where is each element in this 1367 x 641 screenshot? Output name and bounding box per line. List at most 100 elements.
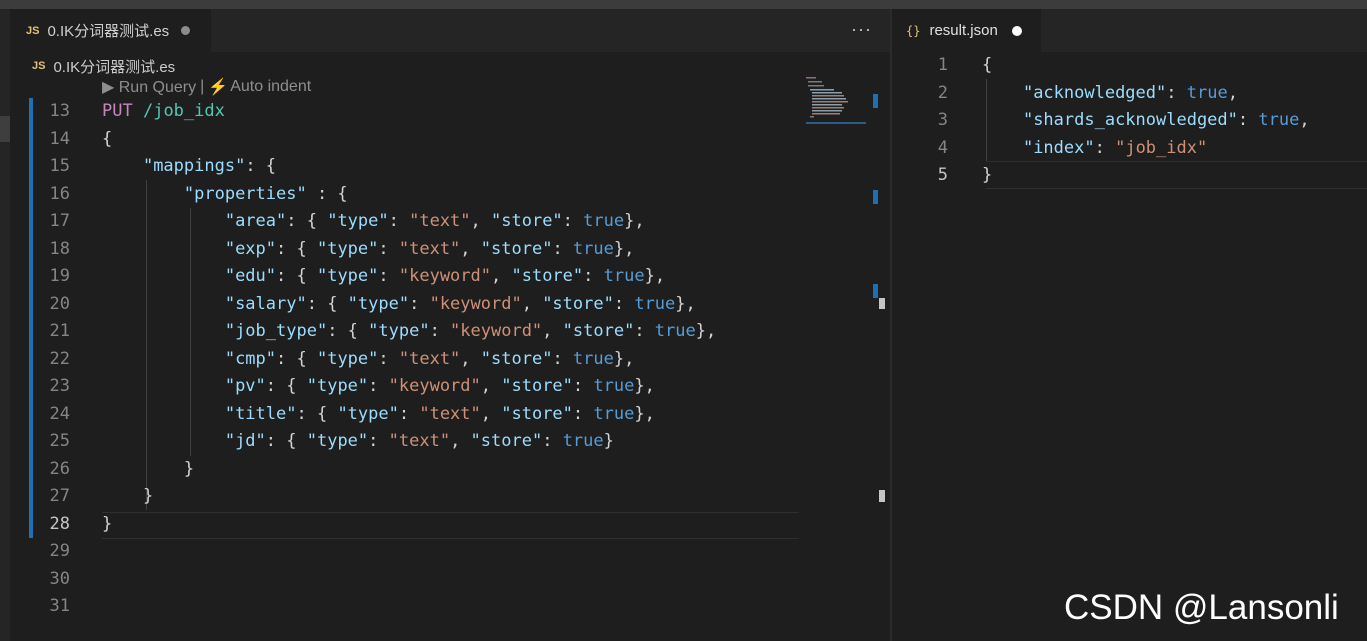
scrollbar-thumb[interactable] [879, 298, 885, 309]
json-value: true [1258, 110, 1300, 130]
field-name: "edu" [224, 266, 277, 286]
watermark: CSDN @Lansonli [1064, 588, 1339, 627]
current-line-highlight [102, 512, 799, 539]
code-line[interactable]: { [102, 126, 112, 154]
field-type: "text" [409, 211, 471, 231]
json-key: "store" [480, 348, 553, 369]
code-line[interactable]: "area": { "type": "text", "store": true}… [102, 208, 645, 236]
json-key: "shards_acknowledged" [1022, 110, 1238, 130]
line-number: 15 [49, 156, 70, 176]
activity-bar [0, 9, 10, 641]
code-line[interactable]: } [102, 511, 112, 539]
code-line[interactable]: "edu": { "type": "keyword", "store": tru… [102, 263, 665, 291]
code-line[interactable]: } [982, 162, 992, 190]
line-number: 31 [49, 596, 70, 616]
tab-label: 0.IK分词器测试.es [47, 23, 170, 40]
line-number: 18 [49, 238, 70, 259]
json-key: "type" [337, 403, 399, 424]
field-store: true [634, 293, 676, 314]
line-number: 24 [49, 403, 70, 424]
breadcrumb[interactable]: JS 0.IK分词器测试.es [32, 55, 175, 77]
code-line[interactable]: "exp": { "type": "text", "store": true}, [102, 236, 635, 264]
comma: , [1227, 82, 1238, 103]
modified-lines-indicator[interactable] [29, 98, 33, 538]
line-number: 4 [937, 137, 948, 158]
json-key: "store" [542, 293, 614, 314]
field-store: true [562, 431, 604, 451]
field-name: "job_type" [224, 321, 328, 341]
json-key: "type" [347, 293, 410, 314]
brace: } [142, 486, 154, 506]
code-line[interactable]: "mappings": { [102, 153, 276, 181]
vertical-scrollbar[interactable] [866, 77, 890, 641]
line-number: 27 [49, 486, 70, 506]
code-line[interactable]: } [102, 456, 194, 484]
code-line[interactable]: "index": "job_idx" [982, 135, 1207, 163]
field-type: "keyword" [429, 293, 522, 314]
current-line-highlight [986, 161, 1367, 189]
field-name: "cmp" [224, 348, 277, 369]
code-line[interactable]: "jd": { "type": "text", "store": true} [102, 428, 614, 456]
unsaved-dot-icon[interactable] [181, 26, 191, 35]
line-number-current: 5 [937, 165, 948, 185]
json-value: "job_idx" [1115, 137, 1208, 158]
line-number-current: 28 [49, 513, 70, 534]
more-actions-icon[interactable]: ··· [851, 19, 872, 40]
field-type: "keyword" [398, 266, 491, 286]
lightning-icon: ⚡ [208, 79, 229, 96]
scrollbar-change-marker [873, 284, 878, 298]
left-editor-group: JS 0.IK分词器测试.es ··· JS 0.IK分词器测试.es ▶ Ru… [10, 9, 890, 641]
line-number: 26 [49, 458, 70, 479]
json-key: "store" [480, 238, 553, 259]
title-bar-strip [0, 0, 1367, 9]
activity-bar-selected-marker [0, 116, 10, 142]
line-number: 16 [49, 183, 70, 204]
line-number: 13 [49, 101, 70, 121]
json-value: true [1186, 82, 1228, 103]
json-key: "type" [306, 376, 369, 396]
field-store: true [603, 266, 645, 286]
line-number: 2 [937, 82, 948, 103]
http-method: PUT [102, 101, 133, 121]
code-line[interactable]: "pv": { "type": "keyword", "store": true… [102, 373, 655, 401]
json-key: "type" [316, 266, 379, 286]
code-line[interactable]: "title": { "type": "text", "store": true… [102, 401, 655, 429]
field-type: "text" [388, 431, 451, 451]
json-key: "index" [1022, 137, 1095, 158]
auto-indent-link[interactable]: Auto indent [230, 78, 311, 96]
field-type: "keyword" [450, 321, 543, 341]
run-query-link[interactable]: ▶ Run Query [102, 77, 196, 97]
code-line[interactable]: "shards_acknowledged": true, [982, 107, 1310, 135]
minimap[interactable] [806, 77, 866, 137]
unsaved-dot-icon[interactable] [1011, 25, 1022, 36]
line-number: 25 [49, 431, 70, 451]
brace: } [982, 165, 993, 185]
codelens-separator: | [200, 78, 205, 95]
code-line[interactable]: "properties" : { [102, 181, 348, 209]
code-line[interactable]: "acknowledged": true, [982, 80, 1238, 108]
tab-ik-tokenizer-test[interactable]: JS 0.IK分词器测试.es [10, 9, 211, 52]
left-tab-bar: JS 0.IK分词器测试.es ··· [10, 9, 890, 52]
code-line[interactable]: "salary": { "type": "keyword", "store": … [102, 291, 696, 319]
scrollbar-cursor-marker [879, 490, 885, 502]
field-type: "keyword" [388, 376, 481, 396]
code-line[interactable]: "cmp": { "type": "text", "store": true}, [102, 346, 635, 374]
code-line[interactable]: { [982, 52, 992, 80]
line-number: 1 [937, 55, 948, 75]
json-key: "store" [562, 321, 635, 341]
field-store: true [654, 321, 696, 341]
field-type: "text" [398, 348, 461, 369]
tab-label: result.json [929, 22, 998, 39]
code-line[interactable]: PUT /job_idx [102, 98, 225, 126]
line-number: 3 [937, 110, 948, 130]
field-type: "text" [398, 238, 461, 259]
breadcrumb-file[interactable]: 0.IK分词器测试.es [53, 56, 175, 77]
code-line[interactable]: "job_type": { "type": "keyword", "store"… [102, 318, 716, 346]
json-key: "type" [368, 321, 430, 341]
code-line[interactable]: } [102, 483, 153, 511]
field-name: "title" [224, 403, 297, 424]
field-store: true [593, 403, 635, 424]
json-key: "store" [501, 403, 573, 424]
brace: { [102, 128, 113, 149]
tab-result-json[interactable]: {} result.json [892, 9, 1041, 52]
